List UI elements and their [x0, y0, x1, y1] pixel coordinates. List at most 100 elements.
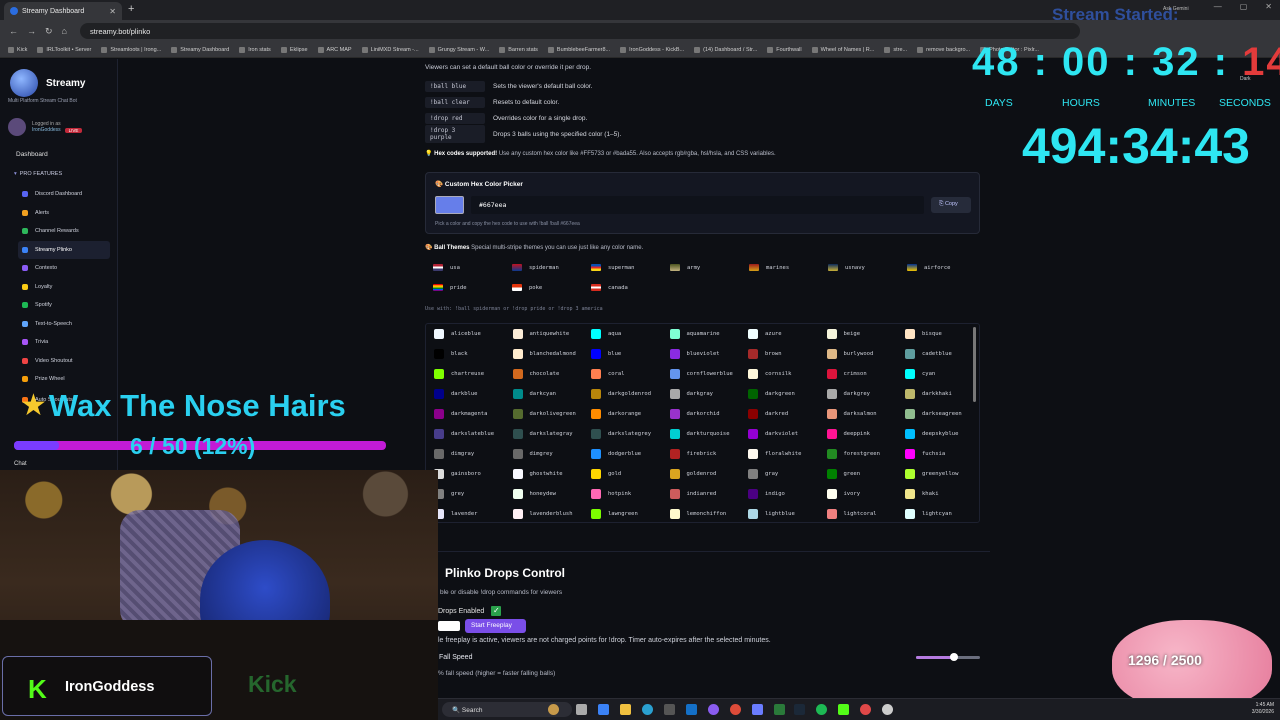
- color-grid-scrollbar[interactable]: [973, 327, 976, 402]
- color-item[interactable]: antiquewhite: [512, 329, 569, 339]
- reload-icon[interactable]: ↻: [45, 26, 53, 37]
- close-tab-icon[interactable]: ✕: [109, 7, 116, 16]
- theme-item[interactable]: poke: [512, 284, 542, 291]
- system-clock[interactable]: 1:45 AM 3/30/2026: [1252, 702, 1274, 716]
- slider-knob[interactable]: [950, 653, 958, 661]
- theme-item[interactable]: army: [670, 264, 700, 271]
- bookmark-item[interactable]: IronGoddess - KickB...: [620, 46, 684, 53]
- color-item[interactable]: darksalmon: [826, 409, 877, 419]
- theme-item[interactable]: pride: [433, 284, 467, 291]
- bookmark-item[interactable]: (14) Dashboard / Str...: [694, 46, 757, 53]
- color-item[interactable]: lightblue: [748, 509, 795, 519]
- color-item[interactable]: lawngreen: [591, 509, 638, 519]
- color-item[interactable]: chartreuse: [434, 369, 484, 379]
- color-item[interactable]: forestgreen: [826, 449, 880, 459]
- color-item[interactable]: darkslategrey: [591, 429, 651, 439]
- color-item[interactable]: brown: [748, 349, 782, 359]
- sidebar-item-loyalty[interactable]: Loyalty: [18, 278, 110, 297]
- color-item[interactable]: ivory: [826, 489, 860, 499]
- sidebar-item-text-to-speech[interactable]: Text-to-Speech: [18, 315, 110, 334]
- color-item[interactable]: dimgray: [434, 449, 474, 459]
- color-item[interactable]: aliceblue: [434, 329, 481, 339]
- color-item[interactable]: darkmagenta: [434, 409, 487, 419]
- color-item[interactable]: chocolate: [512, 369, 559, 379]
- color-item[interactable]: darkred: [748, 409, 788, 419]
- color-item[interactable]: indigo: [748, 489, 785, 499]
- color-swatch[interactable]: [435, 196, 464, 214]
- color-item[interactable]: goldenrod: [669, 469, 716, 479]
- dark-mode-label[interactable]: Dark: [1240, 76, 1251, 82]
- sidebar-item-trivia[interactable]: Trivia: [18, 333, 110, 352]
- color-item[interactable]: aquamarine: [669, 329, 720, 339]
- color-item[interactable]: gold: [591, 469, 621, 479]
- bookmark-item[interactable]: Wheel of Names | R...: [811, 46, 874, 53]
- home-icon[interactable]: ⌂: [62, 26, 67, 36]
- color-item[interactable]: darkviolet: [748, 429, 798, 439]
- color-item[interactable]: indianred: [669, 489, 716, 499]
- bookmark-item[interactable]: IRLToolkit • Server: [37, 46, 91, 53]
- freeplay-minutes-input[interactable]: [438, 621, 460, 631]
- steam-icon[interactable]: [794, 704, 805, 715]
- bookmark-item[interactable]: Grungy Stream - W...: [428, 46, 489, 53]
- theme-item[interactable]: canada: [591, 284, 628, 291]
- color-item[interactable]: blueviolet: [669, 349, 720, 359]
- color-item[interactable]: aqua: [591, 329, 621, 339]
- theme-item[interactable]: airforce: [907, 264, 951, 271]
- drops-enabled-row[interactable]: Drops Enabled ✓: [438, 606, 502, 616]
- color-item[interactable]: lightcyan: [905, 509, 952, 519]
- obs-icon[interactable]: [708, 704, 719, 715]
- theme-item[interactable]: usa: [433, 264, 460, 271]
- bookmark-item[interactable]: Streamy Dashboard: [171, 46, 229, 53]
- color-item[interactable]: dimgrey: [512, 449, 553, 459]
- color-item[interactable]: cadetblue: [905, 349, 952, 359]
- color-item[interactable]: dodgerblue: [591, 449, 641, 459]
- color-item[interactable]: lavenderblush: [512, 509, 573, 519]
- color-item[interactable]: gray: [748, 469, 778, 479]
- color-item[interactable]: darkgoldenrod: [591, 389, 651, 399]
- color-item[interactable]: blue: [591, 349, 621, 359]
- color-item[interactable]: darkkhaki: [905, 389, 952, 399]
- color-item[interactable]: honeydew: [512, 489, 556, 499]
- outlook-icon[interactable]: [686, 704, 697, 715]
- color-item[interactable]: cornflowerblue: [669, 369, 733, 379]
- bookmark-item[interactable]: ARC MAP: [317, 46, 352, 53]
- sidebar-item-channel-rewards[interactable]: Channel Rewards: [18, 222, 110, 241]
- color-item[interactable]: fuchsia: [905, 449, 945, 459]
- file-explorer-icon[interactable]: [620, 704, 631, 715]
- copy-button[interactable]: ⎘ Copy: [931, 197, 971, 213]
- color-item[interactable]: beige: [826, 329, 860, 339]
- spotify-icon[interactable]: [816, 704, 827, 715]
- sidebar-item-spotify[interactable]: Spotify: [18, 296, 110, 315]
- chrome-icon[interactable]: [730, 704, 741, 715]
- bookmark-item[interactable]: Barren stats: [499, 46, 538, 53]
- color-item[interactable]: darkseagreen: [905, 409, 962, 419]
- widget-icon[interactable]: [548, 704, 559, 715]
- color-item[interactable]: darkslategray: [512, 429, 573, 439]
- bookmark-item[interactable]: LiniMXD Stream -...: [361, 46, 419, 53]
- color-item[interactable]: darkolivegreen: [512, 409, 576, 419]
- bookmark-item[interactable]: Kick: [8, 46, 27, 53]
- brand[interactable]: Streamy: [10, 69, 85, 97]
- back-icon[interactable]: ←: [9, 26, 18, 36]
- kick-app-icon[interactable]: [838, 704, 849, 715]
- sidebar-item-dashboard[interactable]: Dashboard: [16, 151, 48, 158]
- maximize-icon[interactable]: ▢: [1240, 2, 1248, 11]
- color-item[interactable]: lavender: [434, 509, 478, 519]
- color-item[interactable]: grey: [434, 489, 464, 499]
- sidebar-item-contexto[interactable]: Contexto: [18, 259, 110, 278]
- color-item[interactable]: black: [434, 349, 468, 359]
- color-item[interactable]: darkcyan: [512, 389, 556, 399]
- color-item[interactable]: darkslateblue: [434, 429, 494, 439]
- color-item[interactable]: burlywood: [826, 349, 873, 359]
- color-item[interactable]: hotpink: [591, 489, 631, 499]
- browser-icon[interactable]: [642, 704, 653, 715]
- color-item[interactable]: green: [826, 469, 860, 479]
- color-item[interactable]: azure: [748, 329, 782, 339]
- bookmark-item[interactable]: Eklipse: [280, 46, 308, 53]
- theme-item[interactable]: superman: [591, 264, 635, 271]
- theme-item[interactable]: marines: [749, 264, 789, 271]
- bookmark-item[interactable]: Iron stats: [239, 46, 271, 53]
- store-icon[interactable]: [664, 704, 675, 715]
- theme-item[interactable]: spiderman: [512, 264, 559, 271]
- forward-icon[interactable]: →: [27, 26, 36, 36]
